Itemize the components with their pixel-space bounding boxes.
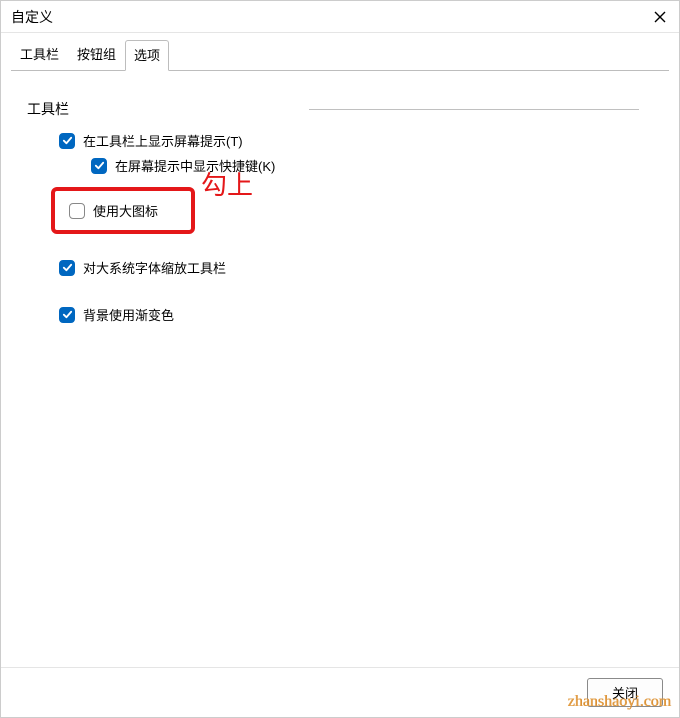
checkbox-show-tooltip[interactable] xyxy=(59,133,75,149)
tabstrip-border xyxy=(11,70,669,71)
checkbox-gradient-bg[interactable] xyxy=(59,307,75,323)
checkbox-scale-toolbar[interactable] xyxy=(59,260,75,276)
label-scale-toolbar[interactable]: 对大系统字体缩放工具栏 xyxy=(83,258,226,277)
window-title: 自定义 xyxy=(11,7,53,27)
tabstrip: 工具栏 按钮组 选项 xyxy=(1,33,679,70)
tab-toolbar[interactable]: 工具栏 xyxy=(11,39,68,70)
label-gradient-bg[interactable]: 背景使用渐变色 xyxy=(83,305,174,324)
section-title: 工具栏 xyxy=(27,99,69,119)
spacer xyxy=(31,240,649,252)
tab-button-group[interactable]: 按钮组 xyxy=(68,39,125,70)
close-button[interactable]: 关闭 xyxy=(587,678,663,707)
section-rule xyxy=(309,109,639,110)
label-large-icons[interactable]: 使用大图标 xyxy=(93,201,158,220)
option-show-tooltip: 在工具栏上显示屏幕提示(T) xyxy=(59,131,649,150)
section-header: 工具栏 xyxy=(27,99,649,119)
dialog-window: 自定义 工具栏 按钮组 选项 工具栏 在工具栏上显示屏幕提示(T) 在屏幕提示中… xyxy=(0,0,680,718)
label-show-tooltip[interactable]: 在工具栏上显示屏幕提示(T) xyxy=(83,131,243,150)
titlebar: 自定义 xyxy=(1,1,679,33)
highlight-box-large-icons: 使用大图标 xyxy=(51,187,195,234)
option-gradient-bg: 背景使用渐变色 xyxy=(59,305,649,324)
option-scale-toolbar: 对大系统字体缩放工具栏 xyxy=(59,258,649,277)
tab-panel-options: 工具栏 在工具栏上显示屏幕提示(T) 在屏幕提示中显示快捷键(K) 使用大图标 … xyxy=(11,81,669,657)
option-show-shortcut: 在屏幕提示中显示快捷键(K) xyxy=(91,156,649,175)
close-icon[interactable] xyxy=(651,8,669,26)
checkbox-large-icons[interactable] xyxy=(69,203,85,219)
checkbox-show-shortcut[interactable] xyxy=(91,158,107,174)
spacer xyxy=(31,283,649,299)
dialog-footer: 关闭 zhanshaoyi.com xyxy=(1,667,679,717)
tab-options[interactable]: 选项 xyxy=(125,40,169,71)
annotation-check-it: 勾上 xyxy=(201,165,253,202)
